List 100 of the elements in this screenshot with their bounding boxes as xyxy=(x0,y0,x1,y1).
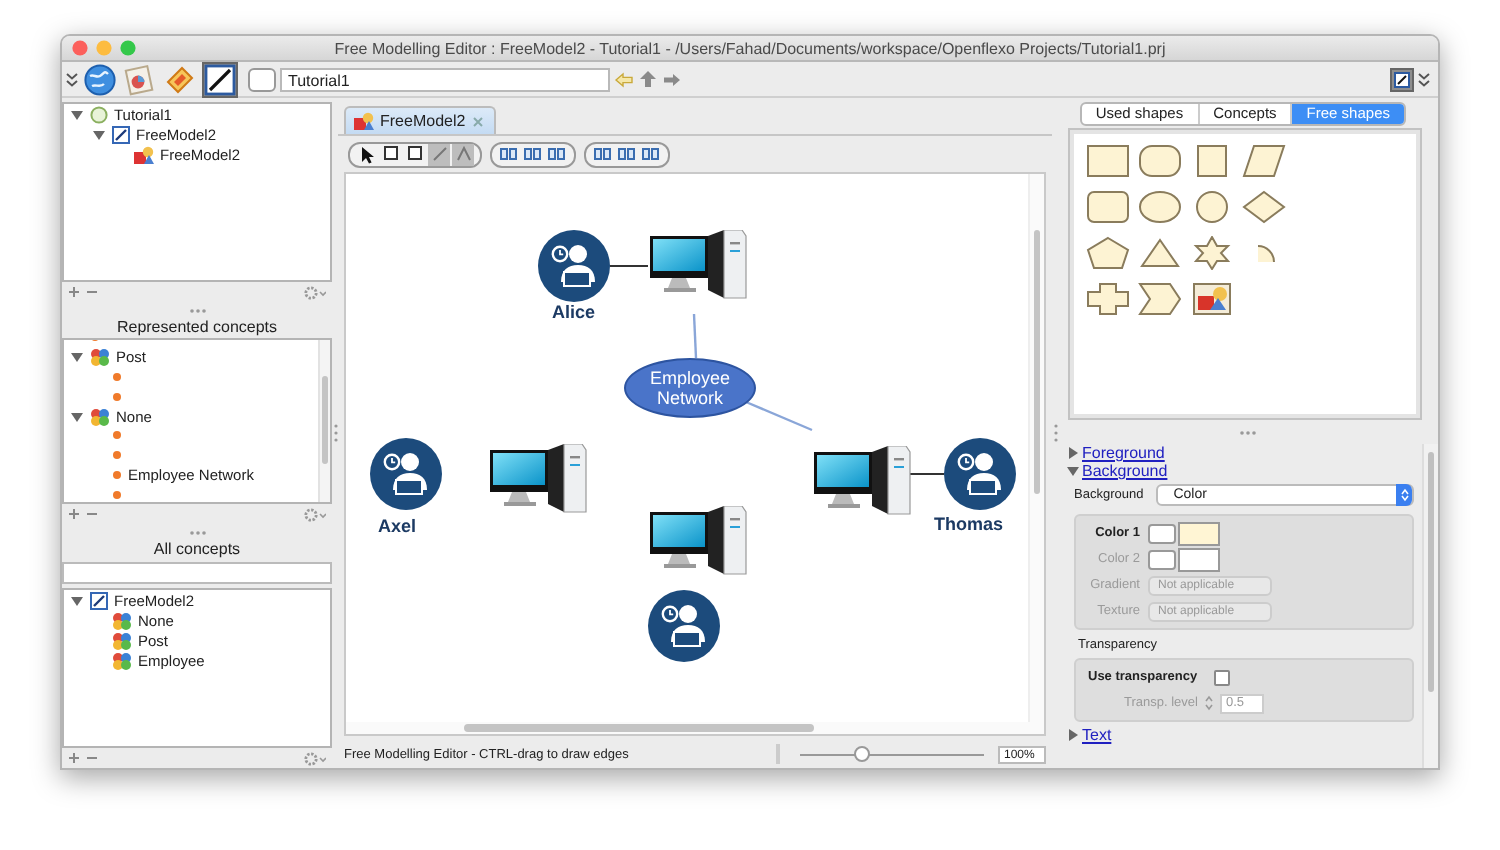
minus-icon[interactable] xyxy=(86,508,98,520)
up-arrow-icon[interactable] xyxy=(638,70,658,88)
concept-icon xyxy=(112,631,132,650)
rectangle-shape[interactable] xyxy=(1086,144,1130,178)
forward-arrow-icon[interactable] xyxy=(662,71,682,87)
concept-icon xyxy=(90,348,110,367)
scrollbar[interactable] xyxy=(318,340,330,502)
bullet-icon xyxy=(112,430,122,441)
plus-icon[interactable] xyxy=(68,286,80,298)
bullet-icon xyxy=(112,371,122,382)
zoom-slider[interactable] xyxy=(800,746,984,762)
gear-icon[interactable] xyxy=(304,751,326,765)
scrollbar[interactable] xyxy=(346,722,1044,734)
align-button[interactable] xyxy=(522,143,544,165)
collapse-arrow-icon[interactable] xyxy=(92,128,106,143)
node-label: Thomas xyxy=(934,514,1004,534)
close-icon[interactable] xyxy=(72,40,88,56)
select-tool-button[interactable] xyxy=(380,143,402,165)
node-label: Alice xyxy=(552,302,596,322)
star-shape[interactable] xyxy=(1190,236,1234,270)
triangle-shape[interactable] xyxy=(1138,236,1182,270)
grip-icon[interactable] xyxy=(1238,429,1258,435)
circle-shape[interactable] xyxy=(1190,190,1234,224)
search-field[interactable] xyxy=(62,562,332,584)
connector-line xyxy=(745,400,813,432)
section-link[interactable]: Background xyxy=(1082,462,1168,480)
concept-icon xyxy=(112,612,132,631)
bullet-icon xyxy=(112,469,122,480)
color-swatch[interactable] xyxy=(1178,521,1220,545)
perspective-button[interactable] xyxy=(202,61,238,97)
dropdown-button[interactable] xyxy=(248,67,276,91)
cross-shape[interactable] xyxy=(1086,282,1130,316)
collapse-arrow-icon[interactable] xyxy=(1066,464,1080,478)
gear-icon[interactable] xyxy=(304,285,326,299)
computer-icon xyxy=(648,506,748,576)
double-chevron-icon[interactable] xyxy=(1418,71,1430,87)
double-chevron-icon[interactable] xyxy=(66,71,78,87)
collapse-arrow-icon[interactable] xyxy=(70,409,84,424)
connector-line xyxy=(609,265,649,267)
flexo-icon xyxy=(164,63,196,95)
panel-title: Represented concepts xyxy=(114,318,280,338)
globe-icon xyxy=(84,63,116,95)
align-button[interactable] xyxy=(616,143,638,165)
stepper-icon[interactable] xyxy=(1203,694,1214,712)
scrollbar[interactable] xyxy=(1028,174,1044,722)
panel-title: All concepts xyxy=(151,540,243,560)
grip-icon[interactable] xyxy=(187,307,207,313)
diamond-shape[interactable] xyxy=(1242,190,1286,224)
pointer-tool-button[interactable] xyxy=(356,143,378,165)
splitter-handle-icon[interactable] xyxy=(1053,424,1057,442)
section-link[interactable]: Foreground xyxy=(1082,444,1165,462)
scrollbar[interactable] xyxy=(1422,444,1438,768)
concept-node: Employee Network xyxy=(624,358,756,418)
back-arrow-icon[interactable] xyxy=(614,71,634,87)
expand-arrow-icon[interactable] xyxy=(1066,446,1080,460)
select-tool-button[interactable] xyxy=(404,143,426,165)
diagram-icon xyxy=(112,126,130,145)
checkbox[interactable] xyxy=(1213,669,1230,685)
align-button[interactable] xyxy=(640,143,662,165)
employee-icon xyxy=(944,438,1016,510)
layout-button[interactable] xyxy=(1390,67,1414,91)
section-link[interactable]: Text xyxy=(1082,726,1112,744)
plus-icon[interactable] xyxy=(68,508,80,520)
employee-icon xyxy=(538,230,610,302)
bullet-icon xyxy=(112,391,122,402)
rounded-square-shape[interactable] xyxy=(1086,190,1130,224)
bullet-icon xyxy=(112,450,122,461)
text-tool-button[interactable] xyxy=(452,143,474,165)
close-icon[interactable] xyxy=(471,115,484,127)
plus-icon[interactable] xyxy=(68,752,80,764)
image-shape[interactable] xyxy=(1190,282,1234,316)
align-button[interactable] xyxy=(546,143,568,165)
connector-line xyxy=(692,313,698,359)
expand-arrow-icon[interactable] xyxy=(1066,728,1080,742)
maximize-icon[interactable] xyxy=(120,40,136,56)
color-picker-button[interactable] xyxy=(1148,549,1176,569)
bullet-icon xyxy=(112,489,122,500)
address-field[interactable]: Tutorial1 xyxy=(280,67,610,91)
shapes-icon xyxy=(134,145,154,164)
node-label: Axel xyxy=(378,516,417,536)
employee-icon xyxy=(370,438,442,510)
editor-tab[interactable]: FreeModel2 xyxy=(344,106,496,134)
splitter-handle-icon[interactable] xyxy=(333,424,337,442)
collapse-arrow-icon[interactable] xyxy=(70,350,84,365)
diagram-editor-icon xyxy=(204,63,236,95)
color-picker-button[interactable] xyxy=(1148,523,1176,543)
align-button[interactable] xyxy=(592,143,614,165)
rounded-rectangle-shape[interactable] xyxy=(1138,144,1182,178)
pentagon-shape[interactable] xyxy=(1086,236,1130,270)
minus-icon[interactable] xyxy=(86,752,98,764)
collapse-arrow-icon[interactable] xyxy=(70,594,84,609)
collapse-arrow-icon[interactable] xyxy=(70,108,84,123)
grip-icon[interactable] xyxy=(187,529,207,535)
minus-icon[interactable] xyxy=(86,286,98,298)
gear-icon[interactable] xyxy=(304,507,326,521)
parallelogram-shape[interactable] xyxy=(1242,144,1286,178)
ellipse-shape[interactable] xyxy=(1138,190,1182,224)
shapes-icon xyxy=(354,112,374,130)
align-button[interactable] xyxy=(498,143,520,165)
chevron-shape[interactable] xyxy=(1138,282,1182,316)
